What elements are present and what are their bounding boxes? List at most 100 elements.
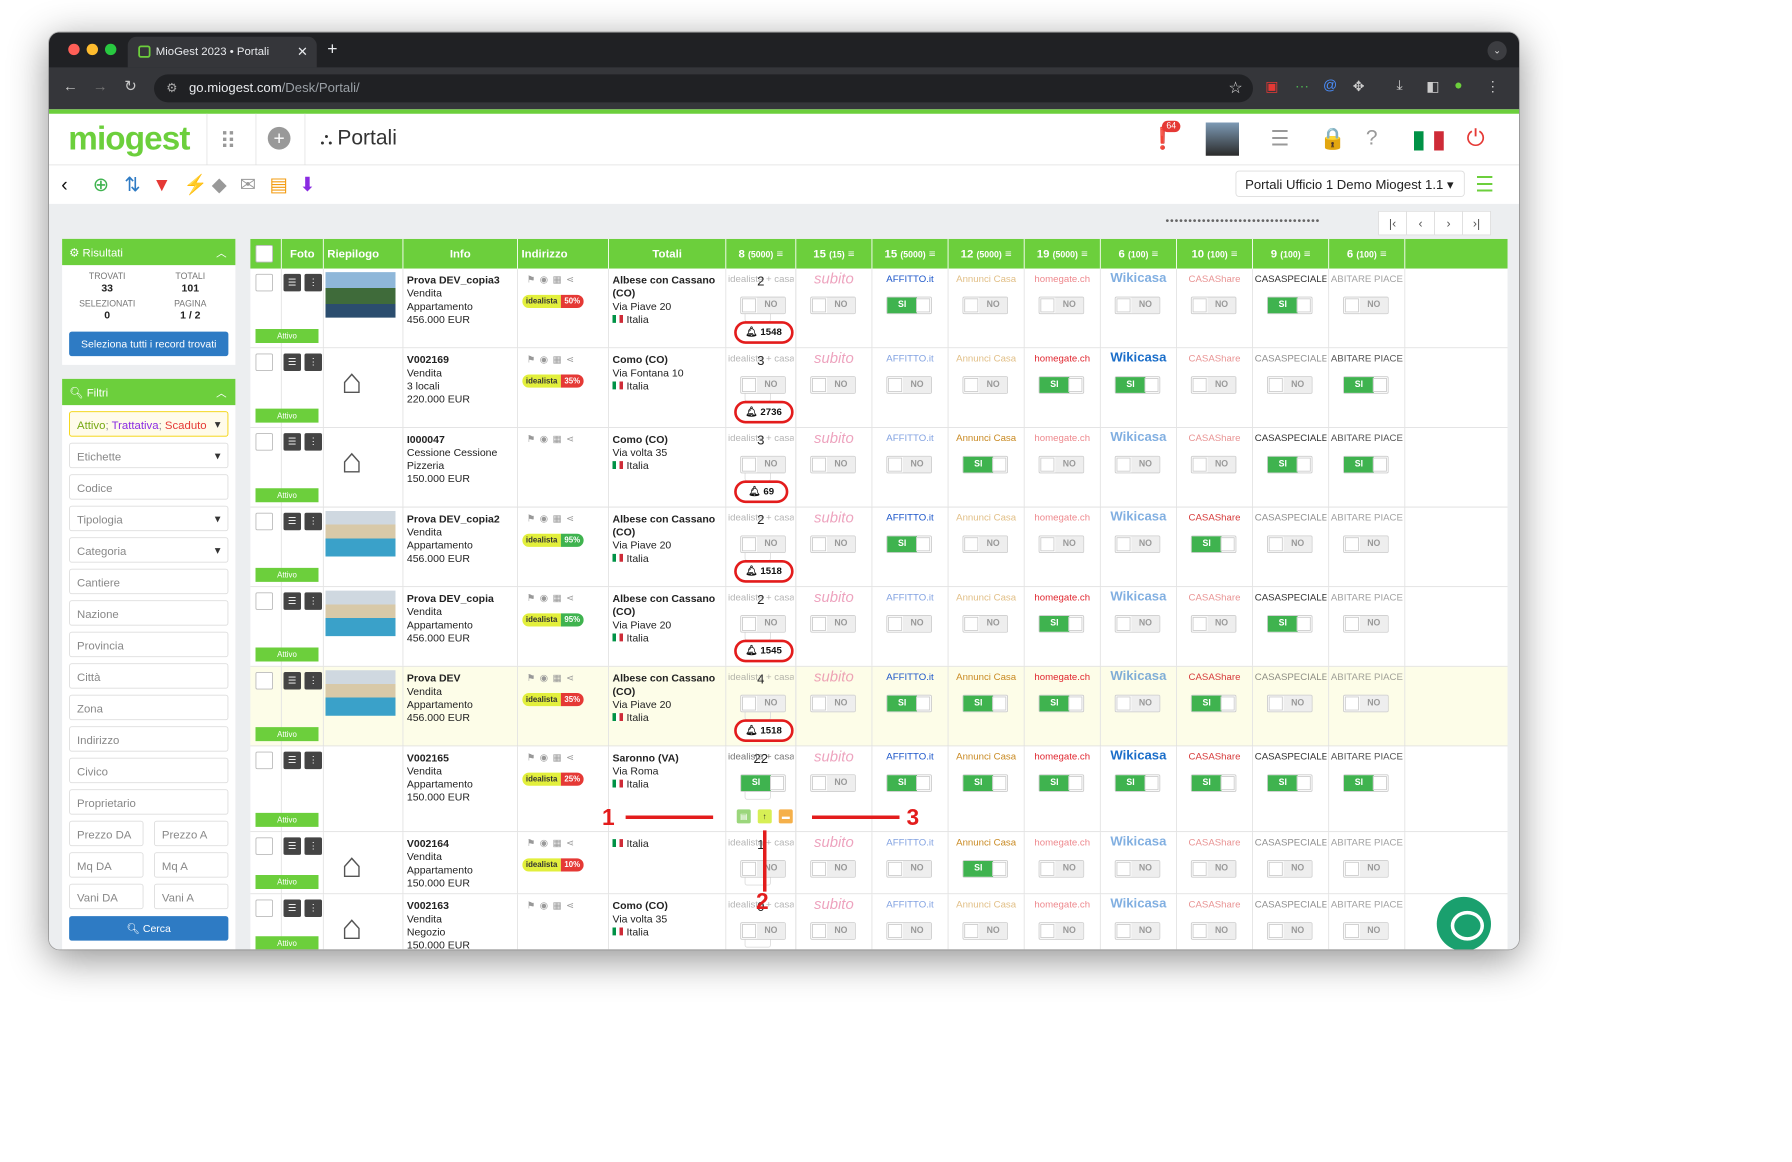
row-more-icon[interactable]: ⋮ — [304, 273, 322, 292]
property-photo[interactable] — [325, 272, 396, 318]
settings-sliders-icon[interactable]: ☰ — [1271, 126, 1290, 151]
portal-toggle-on[interactable]: SI — [1038, 774, 1085, 792]
select-all-button[interactable]: Seleziona tutti i record trovati — [69, 331, 229, 357]
portal-toggle-off[interactable]: NO — [1190, 860, 1237, 878]
portal-toggle-off[interactable]: NO — [962, 376, 1008, 394]
portal-toggle-on[interactable]: SI — [1190, 535, 1237, 553]
green-doc-icon[interactable]: ▤ — [736, 809, 751, 824]
portal-toggle-off[interactable]: NO — [1343, 922, 1389, 940]
vani-a-input[interactable]: Vani A — [154, 883, 229, 910]
portal-toggle-off[interactable]: NO — [886, 615, 932, 633]
extension-icon[interactable]: ▣ — [1265, 78, 1278, 96]
first-page-button[interactable]: |‹ — [1378, 210, 1407, 236]
portal-toggle-off[interactable]: NO — [1114, 296, 1161, 315]
office-select[interactable]: Portali Ufficio 1 Demo Miogest 1.1 ▾ — [1235, 170, 1465, 197]
portal-toggle-off[interactable]: NO — [1343, 535, 1389, 553]
portal-toggle-off[interactable]: NO — [886, 860, 932, 878]
row-menu-icon[interactable]: ☰ — [283, 512, 301, 531]
list-view-icon[interactable]: ☰ — [1475, 172, 1494, 197]
puzzle-icon[interactable]: ✥ — [1353, 78, 1365, 96]
column-header-portal[interactable]: 9 (100) ≡ — [1253, 238, 1330, 269]
back-chevron-icon[interactable]: ‹ — [61, 173, 67, 196]
select-all-checkbox[interactable] — [255, 245, 273, 263]
bolt-icon[interactable]: ⚡ — [184, 173, 208, 196]
row-more-icon[interactable]: ⋮ — [304, 837, 322, 855]
portal-toggle-off[interactable]: NO — [1343, 694, 1389, 713]
bell-counter[interactable]: 🔔︎ 1518 — [734, 719, 794, 742]
portal-toggle-off[interactable]: NO — [1267, 694, 1313, 713]
portal-toggle-on[interactable]: SI — [1038, 694, 1085, 713]
row-checkbox[interactable] — [255, 837, 273, 855]
row-more-icon[interactable]: ⋮ — [304, 353, 322, 371]
column-header-portal[interactable]: 8 (5000) ≡ — [726, 238, 797, 269]
portal-toggle-off[interactable]: NO — [810, 376, 856, 394]
portal-toggle-off[interactable]: NO — [1190, 296, 1237, 315]
portal-toggle-off[interactable]: NO — [740, 535, 786, 553]
vani-da-input[interactable]: Vani DA — [69, 883, 144, 910]
summary-title[interactable]: Prova DEV_copia3 — [407, 274, 500, 287]
row-menu-icon[interactable]: ☰ — [283, 592, 301, 610]
codice-input[interactable]: Codice — [69, 474, 229, 500]
browser-menu-icon[interactable]: ⋮ — [1486, 78, 1500, 96]
prezzo-a-input[interactable]: Prezzo A — [154, 820, 229, 847]
portal-toggle-off[interactable]: NO — [740, 922, 786, 940]
close-tab-icon[interactable]: ✕ — [297, 44, 308, 60]
column-header-portal[interactable]: 15 (15) ≡ — [796, 238, 873, 269]
collapse-icon[interactable]: ︿ — [216, 385, 227, 400]
tab-search-button[interactable]: ⌄ — [1487, 41, 1507, 61]
portal-toggle-on[interactable]: SI — [1114, 774, 1161, 792]
portal-toggle-off[interactable]: NO — [1038, 860, 1085, 878]
status-filter[interactable]: Attivo; Trattativa; Scaduto — [69, 411, 229, 437]
portal-toggle-off[interactable]: NO — [1267, 535, 1313, 553]
portal-toggle-off[interactable]: NO — [1343, 296, 1389, 315]
column-header-indirizzo[interactable]: Indirizzo — [518, 238, 609, 269]
portal-toggle-off[interactable]: NO — [1190, 376, 1237, 394]
summary-title[interactable]: Prova DEV_copia2 — [407, 513, 500, 526]
at-extension-icon[interactable]: @ — [1323, 78, 1337, 94]
bell-counter[interactable]: 🔔︎ 1518 — [734, 560, 794, 583]
mq-da-input[interactable]: Mq DA — [69, 852, 144, 878]
summary-title[interactable]: V002163 — [407, 900, 470, 913]
address-bar[interactable]: ⚙ go.miogest.com/Desk/Portali/ ☆ — [154, 74, 1253, 103]
property-photo[interactable] — [325, 670, 396, 716]
summary-title[interactable]: Prova DEV — [407, 672, 473, 685]
column-header-portal[interactable]: 10 (100) ≡ — [1177, 238, 1253, 269]
tipologia-select[interactable]: Tipologia — [69, 505, 229, 532]
prezzo-da-input[interactable]: Prezzo DA — [69, 820, 144, 847]
portal-toggle-on[interactable]: SI — [962, 694, 1008, 713]
portal-toggle-off[interactable]: NO — [1114, 922, 1161, 940]
portal-toggle-off[interactable]: NO — [810, 922, 856, 940]
bell-counter[interactable]: 🔔︎ 2736 — [734, 400, 794, 424]
portal-toggle-on[interactable]: SI — [1190, 774, 1237, 792]
bell-counter[interactable]: 🔔︎ 69 — [734, 480, 789, 504]
row-checkbox[interactable] — [255, 751, 273, 770]
row-menu-icon[interactable]: ☰ — [283, 837, 301, 855]
portal-toggle-off[interactable]: NO — [886, 376, 932, 394]
portal-toggle-off[interactable]: NO — [1114, 860, 1161, 878]
portal-toggle-on[interactable]: SI — [1267, 296, 1313, 315]
portal-toggle-on[interactable]: SI — [962, 774, 1008, 792]
column-header-portal[interactable]: 6 (100) ≡ — [1101, 238, 1177, 269]
portal-toggle-on[interactable]: SI — [1343, 376, 1389, 394]
portal-toggle-off[interactable]: NO — [1267, 922, 1313, 940]
zona-input[interactable]: Zona — [69, 694, 229, 721]
next-page-button[interactable]: › — [1434, 210, 1463, 236]
summary-title[interactable]: Prova DEV_copia — [407, 592, 494, 605]
categoria-select[interactable]: Categoria — [69, 537, 229, 563]
provincia-input[interactable]: Provincia — [69, 631, 229, 658]
bookmark-star-icon[interactable]: ☆ — [1228, 79, 1242, 97]
row-checkbox[interactable] — [255, 433, 273, 451]
citta-input[interactable]: Città — [69, 663, 229, 689]
power-icon[interactable]: ⏻ — [1467, 124, 1485, 152]
portal-toggle-on[interactable]: SI — [1190, 694, 1237, 713]
row-menu-icon[interactable]: ☰ — [283, 353, 301, 371]
column-header-foto[interactable]: Foto — [282, 238, 324, 269]
portal-toggle-off[interactable]: NO — [1114, 615, 1161, 633]
mq-a-input[interactable]: Mq A — [154, 852, 229, 878]
portal-toggle-on[interactable]: SI — [886, 694, 932, 713]
portal-toggle-off[interactable]: NO — [740, 296, 786, 315]
portal-toggle-off[interactable]: NO — [1114, 455, 1161, 474]
add-icon[interactable]: + — [267, 126, 291, 150]
row-checkbox[interactable] — [255, 512, 273, 531]
etichette-select[interactable]: Etichette — [69, 442, 229, 469]
